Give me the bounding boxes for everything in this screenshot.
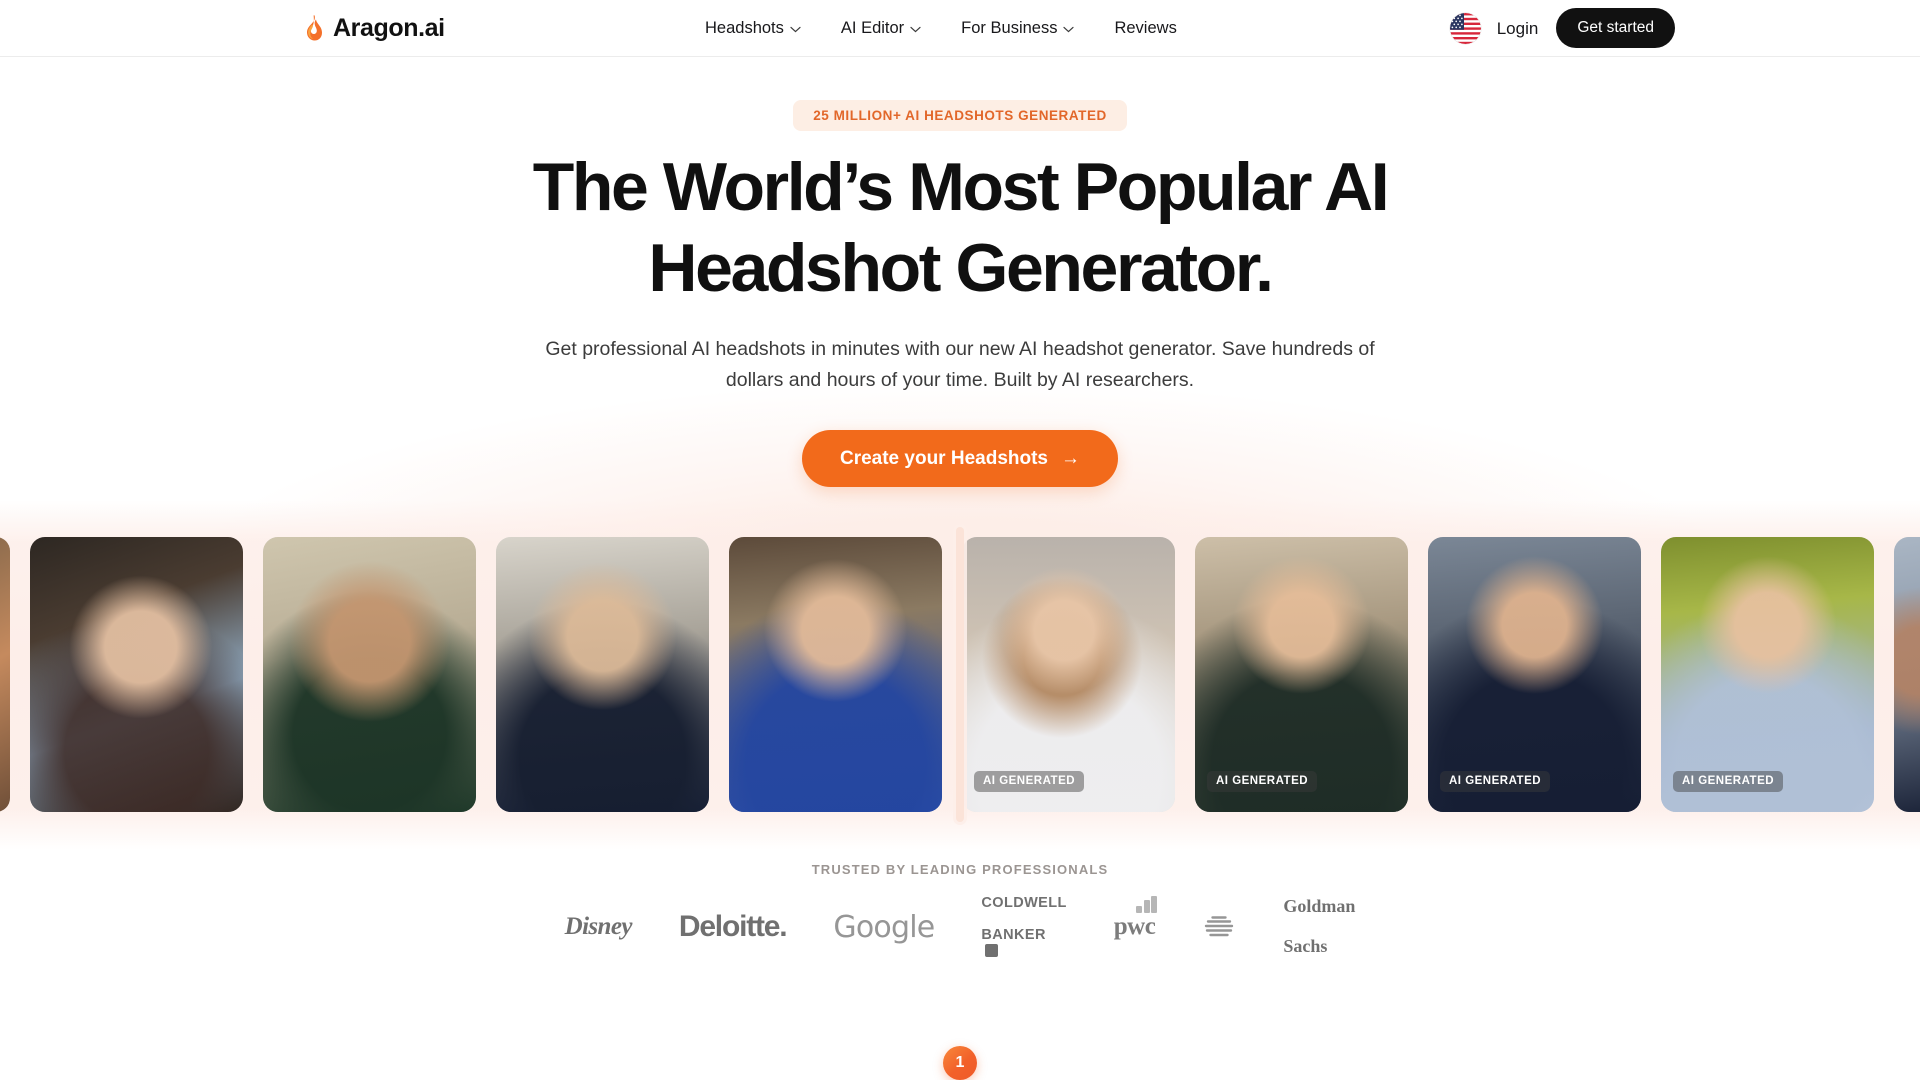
pwc-bars-icon <box>1136 896 1158 913</box>
login-link[interactable]: Login <box>1497 20 1539 37</box>
trusted-by-label: TRUSTED BY LEADING PROFESSIONALS <box>811 862 1109 877</box>
carousel-card[interactable]: AI GENERATED <box>962 537 1175 812</box>
carousel-card[interactable]: AI GENERATED <box>1661 537 1874 812</box>
coldwell-line-1: COLDWELL <box>981 894 1067 911</box>
carousel-card[interactable] <box>0 537 10 812</box>
ai-generated-badge: AI GENERATED <box>1673 770 1784 792</box>
brand-name: Aragon.ai <box>333 13 445 42</box>
goldman-sachs-logo: Goldman Sachs <box>1283 897 1355 956</box>
section-pager: 1 <box>943 1046 977 1080</box>
stats-badge: 25 MILLION+ AI HEADSHOTS GENERATED <box>793 100 1127 131</box>
flame-icon <box>304 15 324 41</box>
pwc-text: pwc <box>1113 913 1156 940</box>
goldman-line-2: Sachs <box>1283 935 1328 956</box>
disney-logo: Disney <box>564 913 633 940</box>
chevron-down-icon <box>1063 26 1075 33</box>
hero-subtitle: Get professional AI headshots in minutes… <box>545 337 1375 392</box>
logo-strip: Disney Deloitte. Google COLDWELL BANKER <box>0 895 1920 958</box>
title-line-2: Headshot Generator. <box>648 229 1274 306</box>
carousel-card[interactable] <box>263 537 476 812</box>
ai-generated-badge: AI GENERATED <box>1440 770 1551 792</box>
cta-label: Create your Headshots <box>839 447 1048 469</box>
carousel-card[interactable] <box>1894 537 1920 812</box>
headshot-image <box>496 537 709 812</box>
pwc-logo: pwc <box>1113 896 1158 948</box>
coldwell-line-2: BANKER <box>981 927 1046 943</box>
site-header: Aragon.ai Headshots AI Editor For Busine… <box>0 0 1920 57</box>
trusted-by-section: TRUSTED BY LEADING PROFESSIONALS Disney … <box>0 862 1920 958</box>
nav-label: Headshots <box>705 18 784 37</box>
chevron-down-icon <box>790 26 801 33</box>
coldwell-mark <box>985 944 999 958</box>
deloitte-logo: Deloitte. <box>678 910 788 943</box>
ai-generated-badge: AI GENERATED <box>974 770 1085 792</box>
create-headshots-button[interactable]: Create your Headshots → <box>801 429 1118 487</box>
carousel-card[interactable] <box>30 537 243 812</box>
carousel-card[interactable]: AI GENERATED <box>1195 537 1408 812</box>
nav-label: For Business <box>961 18 1058 37</box>
us-flag-icon[interactable] <box>1449 12 1481 44</box>
att-globe-icon <box>1205 916 1234 937</box>
nav-item-headshots[interactable]: Headshots <box>705 20 801 37</box>
hero-section: 25 MILLION+ AI HEADSHOTS GENERATED The W… <box>0 57 1920 487</box>
goldman-line-1: Goldman <box>1283 896 1356 917</box>
headshot-image <box>30 537 243 812</box>
carousel-card[interactable] <box>729 537 942 812</box>
comparison-slider-handle[interactable] <box>956 527 964 822</box>
nav-item-ai-editor[interactable]: AI Editor <box>841 20 921 37</box>
brand-logo[interactable]: Aragon.ai <box>304 15 445 41</box>
carousel-card[interactable] <box>496 537 709 812</box>
get-started-button[interactable]: Get started <box>1556 8 1675 48</box>
primary-nav: Headshots AI Editor For Business Reviews <box>705 20 1177 37</box>
arrow-right-icon: → <box>1061 447 1080 469</box>
att-logo <box>1202 906 1236 948</box>
headshot-image <box>729 537 942 812</box>
nav-item-for-business[interactable]: For Business <box>961 18 1075 37</box>
cta-container: Create your Headshots → <box>0 429 1920 487</box>
headshot-image <box>0 537 10 812</box>
nav-label: Reviews <box>1114 18 1177 37</box>
pager-dot-1[interactable]: 1 <box>943 1046 977 1080</box>
header-actions: Login Get started <box>1449 8 1675 48</box>
title-line-1: The World’s Most Popular AI <box>532 148 1390 225</box>
coldwell-banker-logo: COLDWELL BANKER <box>981 895 1066 958</box>
nav-label: AI Editor <box>840 18 905 37</box>
ai-generated-badge: AI GENERATED <box>1207 770 1318 792</box>
carousel-card[interactable]: AI GENERATED <box>1428 537 1641 812</box>
google-logo: Google <box>833 909 935 945</box>
headshot-image <box>263 537 476 812</box>
page-title: The World’s Most Popular AI Headshot Gen… <box>0 153 1920 302</box>
headshot-image <box>1894 537 1920 812</box>
nav-item-reviews[interactable]: Reviews <box>1114 20 1176 37</box>
chevron-down-icon <box>910 26 921 33</box>
landing-page: Aragon.ai Headshots AI Editor For Busine… <box>0 0 1920 1080</box>
